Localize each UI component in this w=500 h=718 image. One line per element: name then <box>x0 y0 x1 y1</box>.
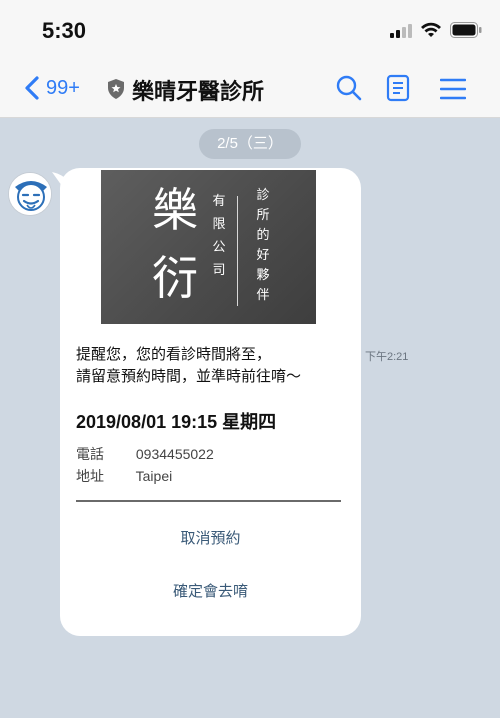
phone-label: 電話 <box>76 446 104 462</box>
cancel-appointment-button[interactable]: 取消預約 <box>60 524 361 554</box>
phone-value: 0934455022 <box>135 446 214 462</box>
status-time: 5:30 <box>42 18 87 43</box>
message-timestamp: 下午2:21 <box>365 351 409 363</box>
menu-icon[interactable] <box>440 78 466 100</box>
logo-col-tagline: 診 所 的 好 夥 伴 <box>256 188 270 303</box>
logo-char-1: 樂 <box>152 183 198 237</box>
address-label: 地址 <box>76 468 104 484</box>
date-separator: 2/5（三） <box>199 129 301 159</box>
clinic-logo-banner: 樂 衍 有 限 公 司 診 所 的 好 夥 伴 <box>101 170 316 324</box>
reminder-line-2: 請留意預約時間，並準時前往唷～ <box>76 368 302 385</box>
back-button[interactable]: 99+ <box>24 72 80 104</box>
chat-title: 樂晴牙醫診所 <box>132 79 265 104</box>
logo-col-company: 有 限 公 司 <box>212 194 226 278</box>
address-row: 地址 Taipei <box>76 466 172 486</box>
reminder-card: 樂 衍 有 限 公 司 診 所 的 好 夥 伴 提醒您，您的看診時間將至， 請留… <box>60 168 361 636</box>
reminder-text: 提醒您，您的看診時間將至， 請留意預約時間，並準時前往唷～ <box>76 344 351 388</box>
status-bar: 5:30 <box>0 0 500 58</box>
phone-row: 電話 0934455022 <box>76 444 214 464</box>
wifi-icon <box>421 22 441 37</box>
note-icon[interactable] <box>386 74 410 102</box>
appointment-datetime: 2019/08/01 19:15 星期四 <box>76 412 277 432</box>
chevron-left-icon <box>25 76 39 100</box>
unread-count: 99+ <box>46 76 80 99</box>
signal-icon <box>390 24 414 38</box>
logo-char-2: 衍 <box>152 251 198 305</box>
chat-area[interactable]: 2/5（三） 樂 衍 有 限 公 司 診 所 的 好 夥 伴 提醒您，您的看診時… <box>0 118 500 718</box>
reminder-line-1: 提醒您，您的看診時間將至， <box>76 346 272 363</box>
cartoon-face-icon <box>9 173 51 215</box>
confirm-attendance-button[interactable]: 確定會去唷 <box>60 577 361 607</box>
logo-divider <box>237 196 238 306</box>
address-value: Taipei <box>135 468 173 484</box>
shield-icon <box>108 79 124 99</box>
chat-header: 99+ 樂晴牙醫診所 <box>0 58 500 118</box>
search-icon[interactable] <box>335 74 363 102</box>
divider <box>76 500 341 502</box>
battery-icon <box>450 22 482 38</box>
avatar[interactable] <box>8 172 52 216</box>
